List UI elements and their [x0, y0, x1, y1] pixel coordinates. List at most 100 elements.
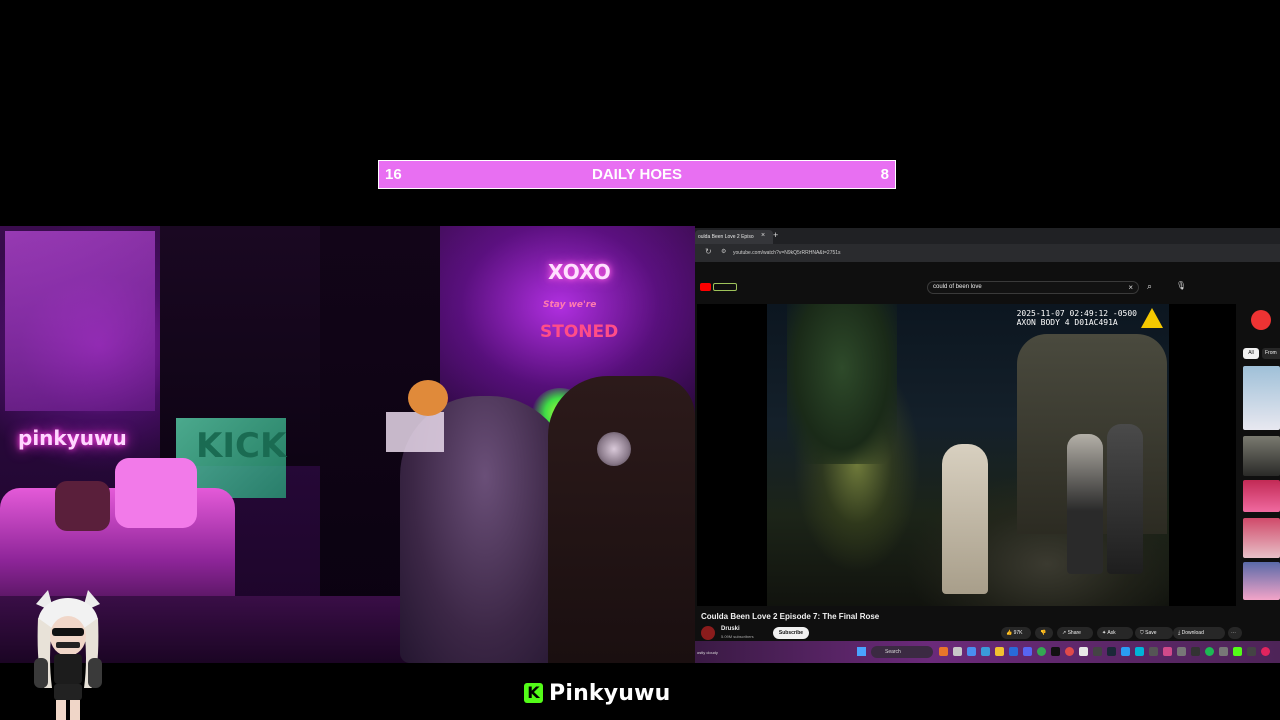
new-tab-icon[interactable]: + [773, 230, 778, 240]
teddy-bear [55, 481, 110, 531]
recommendation-thumbnail[interactable] [1243, 366, 1280, 430]
goal-left-count: 16 [385, 166, 402, 183]
share-icon: ↗ [1062, 630, 1067, 636]
windows-start-icon[interactable] [857, 647, 866, 656]
share-button[interactable]: ↗ Share [1057, 627, 1093, 639]
taskbar-app-icon[interactable] [1065, 647, 1074, 656]
goal-title: DAILY HOES [591, 166, 683, 183]
chip-from[interactable]: From [1262, 348, 1280, 359]
wall-art-poster [5, 231, 155, 411]
chrome-icon[interactable] [1037, 647, 1046, 656]
subscribe-button[interactable]: Subscribe [773, 627, 809, 639]
recommendation-thumbnail[interactable] [1243, 480, 1280, 512]
youtube-search-input[interactable]: could of been love × [927, 281, 1139, 294]
youtube-logo-icon[interactable] [700, 283, 711, 291]
headphone-earcup [597, 432, 631, 466]
download-icon: ⤓ [1178, 630, 1181, 636]
microphone-icon[interactable]: 🎙 [1176, 281, 1186, 290]
player-pillarbox-left [697, 304, 767, 606]
weather-widget[interactable]: ostly cloudy [697, 650, 718, 655]
ask-icon: ✦ [1102, 630, 1107, 636]
taskbar-app-icon[interactable] [1121, 647, 1130, 656]
thumbs-up-icon: 👍 [1006, 630, 1013, 636]
like-button[interactable]: 👍 97K [1001, 627, 1031, 639]
clear-search-icon[interactable]: × [1128, 282, 1133, 293]
taskbar-app-icon[interactable] [1247, 647, 1256, 656]
browser-tab-bar: oulda Been Love 2 Episo × + [695, 228, 1280, 244]
tab-close-icon[interactable]: × [761, 232, 765, 239]
streamer-name: Pinkyuwu [549, 680, 671, 706]
task-view-icon[interactable] [953, 647, 962, 656]
address-url: youtube.com/watch?v=N9kQ5rRRHNA&t=2751s [733, 250, 841, 256]
taskbar-app-icon[interactable] [1163, 647, 1172, 656]
taskbar-search-label: Search [885, 649, 901, 655]
spotify-icon[interactable] [1205, 647, 1214, 656]
taskbar-app-icon[interactable] [1191, 647, 1200, 656]
subscriber-count: 5.09M subscribers [721, 634, 754, 639]
bodycam-overlay: 2025-11-07 02:49:12 -0500 AXON BODY 4 D0… [1017, 309, 1137, 327]
channel-logo-icon[interactable] [713, 283, 737, 291]
like-count: 97K [1013, 630, 1023, 636]
bookmark-icon: ⛉ [1140, 630, 1144, 636]
screen-share-browser: oulda Been Love 2 Episo × + ↻ ⚙ youtube.… [695, 228, 1280, 663]
taskbar-app-icon[interactable] [1177, 647, 1186, 656]
browser-address-bar[interactable]: ↻ ⚙ youtube.com/watch?v=N9kQ5rRRHNA&t=27… [695, 244, 1280, 262]
kick-logo-icon: K [524, 683, 543, 703]
taskbar-app-icon[interactable] [1093, 647, 1102, 656]
taskbar-app-icon[interactable] [981, 647, 990, 656]
channel-name[interactable]: Druski [721, 626, 740, 632]
reload-icon[interactable]: ↻ [705, 247, 712, 256]
taskbar-search[interactable]: Search [871, 646, 933, 658]
notification-check-icon [1251, 310, 1271, 330]
recommendation-thumbnail[interactable] [1243, 436, 1280, 476]
channel-avatar[interactable] [701, 626, 715, 640]
kick-app-icon[interactable] [1233, 647, 1242, 656]
axon-logo-icon [1141, 308, 1163, 328]
channel-brand: K Pinkyuwu [524, 678, 671, 708]
recommendation-thumbnail[interactable] [1243, 518, 1280, 558]
taskbar-app-icon[interactable] [1149, 647, 1158, 656]
more-actions-icon[interactable]: ⋯ [1228, 627, 1242, 639]
streamer-hair [548, 376, 695, 663]
goal-right-count: 8 [880, 166, 889, 183]
video-title: Coulda Been Love 2 Episode 7: The Final … [701, 612, 880, 621]
neon-stoned-sign: STONED [540, 322, 619, 342]
palm-trees [787, 304, 897, 464]
taskbar-app-icon[interactable] [1219, 647, 1228, 656]
search-icon[interactable]: ⌕ [1147, 281, 1152, 292]
taskbar-app-icon[interactable] [1135, 647, 1144, 656]
ask-button[interactable]: ✦ Ask [1097, 627, 1133, 639]
browser-tab-label: oulda Been Love 2 Episo [698, 234, 754, 240]
steam-icon[interactable] [1107, 647, 1116, 656]
bodycam-device: AXON BODY 4 D01AC491A [1016, 318, 1118, 327]
desk-box [386, 412, 444, 452]
video-player[interactable]: 2025-11-07 02:49:12 -0500 AXON BODY 4 D0… [767, 304, 1169, 606]
thumbs-down-icon: 👎 [1040, 630, 1047, 636]
neon-kick-sign: KICK [196, 426, 287, 466]
recommendations-sidebar: All From [1243, 304, 1280, 644]
share-label: Share [1067, 630, 1081, 636]
file-explorer-icon[interactable] [995, 647, 1004, 656]
taskbar-app-icon[interactable] [1009, 647, 1018, 656]
neon-stoned-top: Stay we're [543, 300, 597, 310]
obs-icon[interactable] [1051, 647, 1060, 656]
man-figure-2 [1107, 424, 1143, 574]
chip-all[interactable]: All [1243, 348, 1259, 359]
download-button[interactable]: ⤓ Download [1173, 627, 1225, 639]
taskbar-app-icon[interactable] [1261, 647, 1270, 656]
dislike-button[interactable]: 👎 [1035, 627, 1053, 639]
plush-toy [408, 380, 448, 416]
taskbar-app-icon[interactable] [939, 647, 948, 656]
woman-figure [942, 444, 988, 594]
recommendation-thumbnail[interactable] [1243, 562, 1280, 600]
site-info-icon[interactable]: ⚙ [721, 248, 726, 255]
neon-xoxo-sign: XOXO [548, 260, 611, 284]
bodycam-timestamp: 2025-11-07 02:49:12 -0500 [1016, 309, 1137, 318]
save-button[interactable]: ⛉ Save [1135, 627, 1173, 639]
taskbar-app-icon[interactable] [967, 647, 976, 656]
discord-icon[interactable] [1023, 647, 1032, 656]
browser-tab[interactable]: oulda Been Love 2 Episo × [695, 230, 773, 244]
ask-label: Ask [1107, 630, 1116, 636]
windows-taskbar: ostly cloudy Search [695, 641, 1280, 663]
taskbar-app-icon[interactable] [1079, 647, 1088, 656]
